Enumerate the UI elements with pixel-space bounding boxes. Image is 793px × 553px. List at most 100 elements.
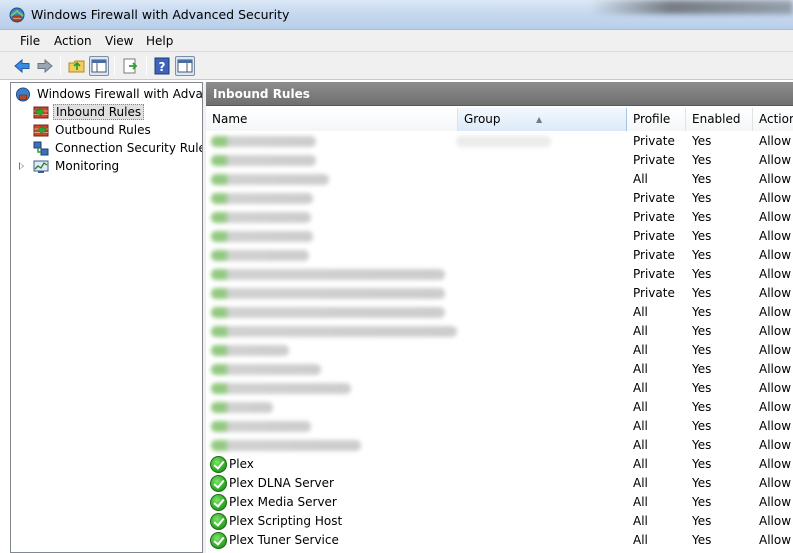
column-header-enabled[interactable]: Enabled (686, 108, 753, 131)
results-title: Inbound Rules (213, 87, 310, 101)
action-cell: Allow (759, 286, 792, 300)
table-row[interactable]: All Yes Allow (206, 379, 793, 398)
redacted-rule-name (211, 155, 316, 166)
window-title: Windows Firewall with Advanced Security (31, 7, 290, 22)
profile-cell: All (633, 476, 648, 490)
table-row[interactable]: Private Yes Allow (206, 246, 793, 265)
enabled-cell: Yes (692, 229, 712, 243)
redacted-rule-name (211, 345, 289, 356)
table-row[interactable]: All Yes Allow (206, 398, 793, 417)
show-hide-action-pane-icon[interactable] (175, 56, 195, 76)
table-row[interactable]: Private Yes Allow (206, 284, 793, 303)
column-header-label: Enabled (692, 112, 741, 126)
tree-root[interactable]: Windows Firewall with Advanced Security (15, 86, 203, 103)
table-row[interactable]: All Yes Allow (206, 322, 793, 341)
action-cell: Allow (759, 419, 792, 433)
table-row[interactable]: Private Yes Allow (206, 151, 793, 170)
table-row[interactable]: All Yes Allow (206, 170, 793, 189)
svg-text:?: ? (159, 60, 166, 74)
table-row[interactable]: Private Yes Allow (206, 189, 793, 208)
results-header: Inbound Rules (206, 82, 793, 106)
tree-item-label: Connection Security Rules (55, 141, 203, 155)
rule-enabled-check-icon (210, 494, 227, 511)
action-cell: Allow (759, 248, 792, 262)
column-header-name[interactable]: Name (206, 108, 458, 131)
redacted-rule-name (211, 326, 457, 337)
column-header-label: Group (464, 112, 501, 126)
show-hide-console-tree-icon[interactable] (89, 56, 109, 76)
redacted-rule-name (211, 136, 316, 147)
column-header-action[interactable]: Action (753, 108, 793, 131)
menu-action[interactable]: Action (54, 34, 92, 48)
up-folder-icon[interactable] (67, 56, 87, 76)
redacted-rule-name (211, 307, 445, 318)
action-cell: Allow (759, 191, 792, 205)
title-bar[interactable]: Windows Firewall with Advanced Security (0, 0, 793, 30)
enabled-cell: Yes (692, 286, 712, 300)
profile-cell: All (633, 438, 648, 452)
action-cell: Allow (759, 305, 792, 319)
menu-view[interactable]: View (105, 34, 133, 48)
profile-cell: Private (633, 267, 675, 281)
table-row[interactable]: All Yes Allow (206, 341, 793, 360)
profile-cell: Private (633, 286, 675, 300)
profile-cell: Private (633, 210, 675, 224)
table-row[interactable]: Plex DLNA Server All Yes Allow (206, 474, 793, 493)
table-row[interactable]: Private Yes Allow (206, 265, 793, 284)
tree-item-label: Inbound Rules (53, 104, 145, 120)
enabled-cell: Yes (692, 324, 712, 338)
profile-cell: All (633, 400, 648, 414)
enabled-cell: Yes (692, 514, 712, 528)
table-row[interactable]: Plex Media Server All Yes Allow (206, 493, 793, 512)
action-cell: Allow (759, 343, 792, 357)
table-row[interactable]: All Yes Allow (206, 360, 793, 379)
table-row[interactable]: Plex Tuner Service All Yes Allow (206, 531, 793, 550)
action-cell: Allow (759, 400, 792, 414)
action-cell: Allow (759, 362, 792, 376)
firewall-root-icon (15, 87, 31, 102)
enabled-cell: Yes (692, 267, 712, 281)
profile-cell: All (633, 172, 648, 186)
enabled-cell: Yes (692, 438, 712, 452)
tree-root-label: Windows Firewall with Advanced Security (37, 87, 203, 101)
action-cell: Allow (759, 172, 792, 186)
table-row[interactable]: Plex Scripting Host All Yes Allow (206, 512, 793, 531)
help-icon[interactable]: ? (152, 56, 172, 76)
back-icon[interactable] (12, 56, 32, 76)
column-header-label: Action (759, 112, 793, 126)
menu-help[interactable]: Help (146, 34, 173, 48)
column-header-group[interactable]: ▲ Group (458, 108, 627, 131)
table-row[interactable]: All Yes Allow (206, 417, 793, 436)
action-cell: Allow (759, 229, 792, 243)
profile-cell: All (633, 381, 648, 395)
redacted-rule-name (211, 212, 311, 223)
action-cell: Allow (759, 514, 792, 528)
table-row[interactable]: All Yes Allow (206, 303, 793, 322)
forward-icon[interactable] (35, 56, 55, 76)
results-pane: Inbound Rules Name ▲ Group Profile Enabl… (206, 82, 793, 553)
column-header-label: Profile (633, 112, 671, 126)
profile-cell: All (633, 324, 648, 338)
table-row[interactable]: Private Yes Allow (206, 132, 793, 151)
redacted-rule-name (211, 288, 445, 299)
export-list-icon[interactable] (121, 56, 141, 76)
profile-cell: All (633, 362, 648, 376)
column-header-profile[interactable]: Profile (627, 108, 686, 131)
redacted-rule-name (211, 440, 361, 451)
enabled-cell: Yes (692, 362, 712, 376)
redacted-rule-name (211, 402, 273, 413)
table-row[interactable]: Private Yes Allow (206, 227, 793, 246)
rule-name-cell: Plex Tuner Service (229, 533, 339, 547)
redacted-rule-name (211, 231, 313, 242)
table-row[interactable]: All Yes Allow (206, 436, 793, 455)
action-cell: Allow (759, 476, 792, 490)
firewall-app-icon (9, 7, 25, 23)
table-row[interactable]: Plex All Yes Allow (206, 455, 793, 474)
menu-bar: File Action View Help (0, 30, 793, 52)
table-row[interactable]: Private Yes Allow (206, 208, 793, 227)
profile-cell: All (633, 343, 648, 357)
action-cell: Allow (759, 457, 792, 471)
expand-arrow-icon[interactable] (19, 162, 24, 170)
menu-file[interactable]: File (20, 34, 40, 48)
enabled-cell: Yes (692, 153, 712, 167)
